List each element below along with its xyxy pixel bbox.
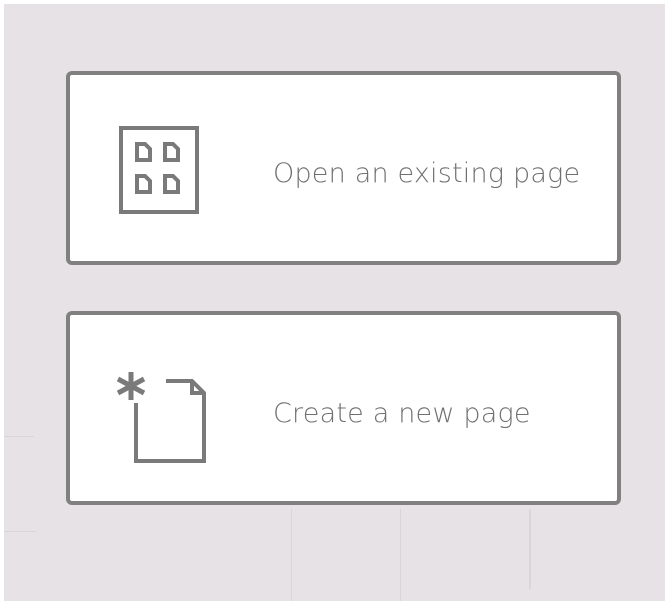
- open-existing-page-label: Open an existing page: [273, 158, 581, 189]
- new-page-icon: [116, 372, 206, 463]
- open-existing-page-button[interactable]: Open an existing page: [66, 71, 621, 265]
- divider: [291, 509, 292, 601]
- divider: [529, 509, 531, 589]
- divider: [4, 531, 36, 532]
- create-new-page-label: Create a new page: [273, 398, 531, 429]
- page-grid-icon: [119, 126, 199, 214]
- divider: [400, 509, 401, 601]
- divider: [4, 436, 34, 437]
- create-new-page-button[interactable]: Create a new page: [66, 311, 621, 505]
